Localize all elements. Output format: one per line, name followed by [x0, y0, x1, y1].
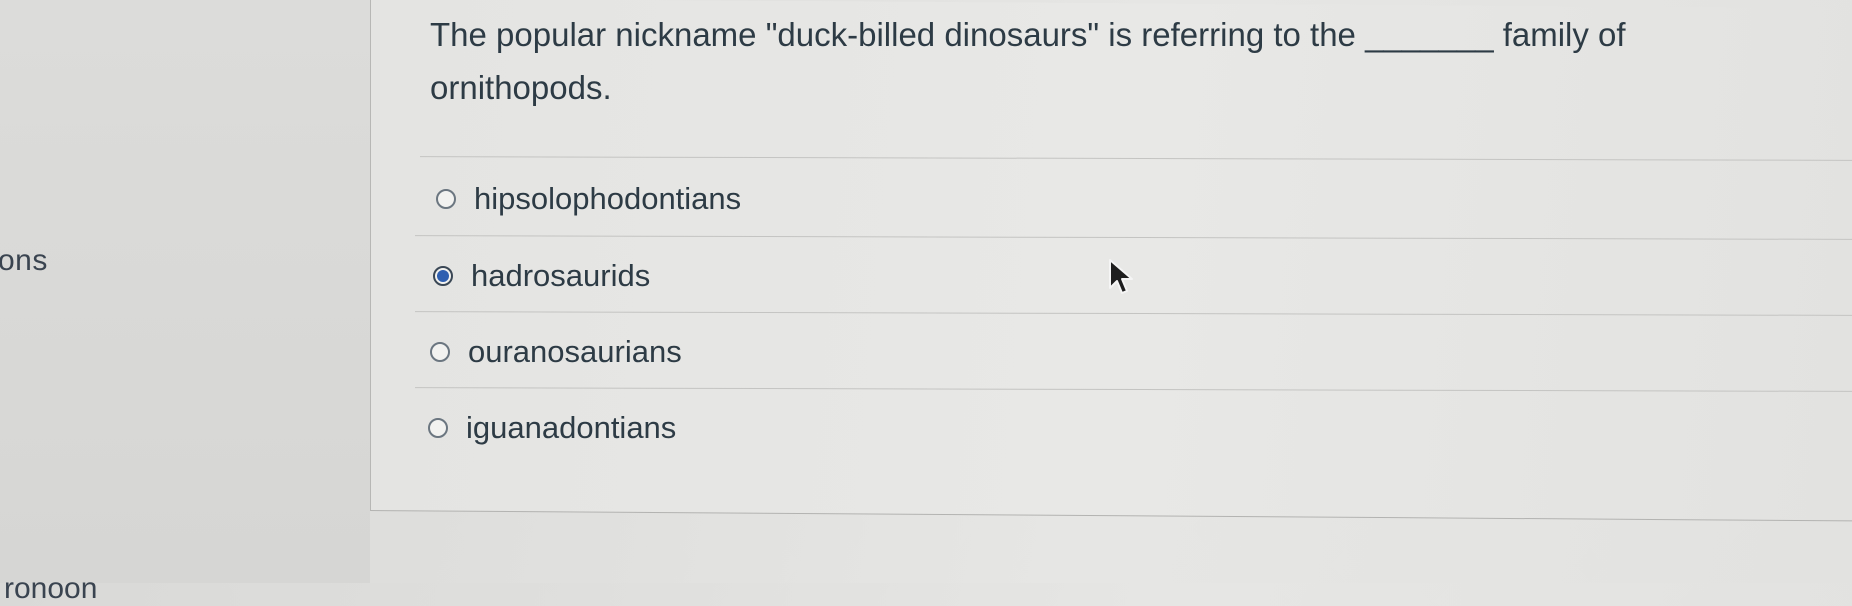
answer-option-ouranosaurians[interactable]: ouranosaurians	[430, 334, 682, 370]
answer-option-iguanadontians[interactable]: iguanadontians	[428, 410, 676, 446]
answer-label: iguanadontians	[466, 410, 677, 445]
radio-button-selected[interactable]	[433, 266, 453, 286]
sidebar-bottom-partial-text: ronoon	[4, 572, 98, 605]
answer-label: hadrosaurids	[471, 258, 651, 293]
radio-button[interactable]	[428, 418, 448, 438]
answer-option-hadrosaurids[interactable]: hadrosaurids	[433, 258, 650, 294]
radio-button[interactable]	[436, 189, 456, 209]
radio-selected-dot	[437, 270, 449, 282]
mouse-pointer-icon	[1109, 259, 1133, 294]
answer-option-hipsolophodontians[interactable]: hipsolophodontians	[436, 181, 741, 217]
radio-button[interactable]	[430, 342, 450, 362]
answer-label: hipsolophodontians	[474, 181, 742, 216]
answer-label: ouranosaurians	[468, 334, 682, 369]
left-panel: ons ronoon	[0, 0, 370, 605]
question-text: The popular nickname "duck-billed dinosa…	[430, 16, 1626, 106]
sidebar-partial-text: ons	[0, 244, 48, 277]
